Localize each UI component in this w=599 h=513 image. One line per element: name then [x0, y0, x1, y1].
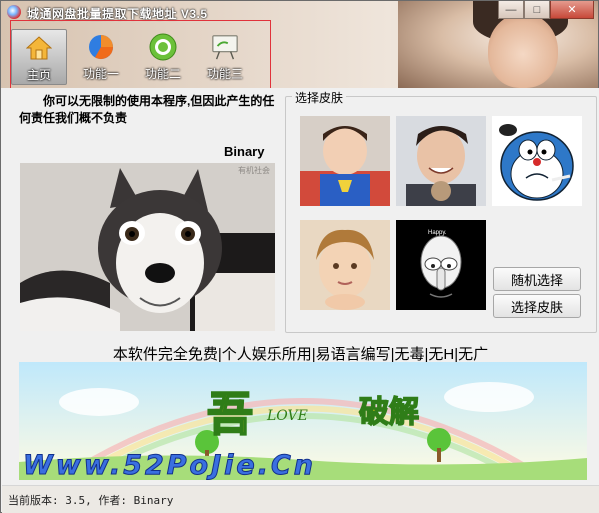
random-skin-button[interactable]: 随机选择	[493, 267, 581, 291]
squidward-bubble-text: Happy.	[428, 230, 447, 236]
banner-love-text: LOVE	[266, 408, 308, 424]
skin-thumbnail-squidward[interactable]: Happy.	[396, 220, 486, 310]
app-icon	[7, 5, 21, 19]
select-skin-button[interactable]: 选择皮肤	[493, 294, 581, 318]
toolbar-label-home: 主页	[26, 68, 51, 82]
disclaimer-text: 你可以无限制的使用本程序,但因此产生的任何责任我们概不负责	[19, 93, 281, 127]
function-toolbar: 主页 功能一 功能二 功能三	[10, 20, 271, 88]
status-bar: 当前版本: 3.5, 作者: Binary	[2, 485, 599, 513]
slogan-text: 本软件完全免费|个人娱乐所用|易语言编写|无毒|无H|无广	[112, 346, 489, 363]
status-text: 当前版本: 3.5, 作者: Binary	[8, 494, 174, 507]
window-controls: — □ ✕	[498, 1, 594, 19]
close-button[interactable]: ✕	[550, 1, 594, 19]
skin-thumbnail-doraemon[interactable]	[492, 116, 582, 206]
main-window: 城通网盘批量提取下载地址 V3.5 — □ ✕ 主页 功能一 功能二 功能三 你…	[0, 0, 599, 513]
skin-thumbnail-curly-kid[interactable]	[300, 220, 390, 310]
skin-thumbnail-smiling-man[interactable]	[396, 116, 486, 206]
disclaimer-body: 你可以无限制的使用本程序,但因此产生的任何责任我们概不负责	[19, 94, 275, 125]
presentation-board-icon	[211, 33, 239, 61]
header-skin: 城通网盘批量提取下载地址 V3.5 — □ ✕ 主页 功能一 功能二 功能三	[1, 1, 598, 88]
skin-group-legend: 选择皮肤	[292, 89, 347, 106]
minimize-button[interactable]: —	[498, 1, 524, 19]
toolbar-label-function-2: 功能二	[144, 67, 181, 81]
skin-thumbnail-superman-boy[interactable]	[300, 116, 390, 206]
banner-char-left: 吾	[207, 387, 253, 441]
home-icon	[25, 34, 53, 62]
banner-char-right: 破解	[359, 395, 419, 430]
maximize-button[interactable]: □	[524, 1, 550, 19]
toolbar-item-home[interactable]: 主页	[11, 29, 67, 85]
home-page: 你可以无限制的使用本程序,但因此产生的任何责任我们概不负责 Binary 有机社…	[2, 88, 599, 485]
target-icon	[149, 33, 177, 61]
toolbar-item-function-1[interactable]: 功能一	[73, 29, 129, 85]
banner-url: Www.52PoJie.Cn	[23, 450, 316, 480]
52pojie-banner: 吾 LOVE 破解 Www.52PoJie.Cn	[19, 362, 587, 480]
author-signature: Binary	[224, 144, 265, 159]
husky-picture: 有机社会	[20, 163, 275, 331]
skin-chooser-group: 选择皮肤 Happy. 随机选择 选择皮肤	[285, 89, 597, 333]
toolbar-label-function-3: 功能三	[206, 67, 243, 81]
toolbar-item-function-3[interactable]: 功能三	[197, 29, 253, 85]
image-watermark: 有机社会	[238, 165, 270, 175]
toolbar-label-function-1: 功能一	[82, 67, 119, 81]
toolbar-item-function-2[interactable]: 功能二	[135, 29, 191, 85]
pie-chart-icon	[87, 33, 115, 61]
